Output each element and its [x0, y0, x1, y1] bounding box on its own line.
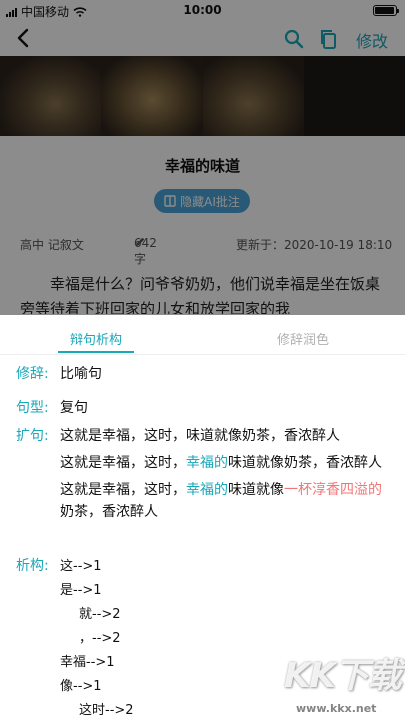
expansion-label: 扩句:: [16, 428, 49, 444]
watermark-logo: KK下载 www.kkx.net: [284, 648, 402, 718]
expansion-list: 这就是幸福，这时，味道就像奶茶，香浓醉人 这就是幸福，这时，幸福的味道就像奶茶，…: [60, 425, 390, 528]
expansion-text: 奶茶，香浓醉人: [60, 504, 158, 520]
expansion-text: 这就是幸福，这时，味道就像奶茶，香浓醉人: [60, 428, 340, 444]
expansion-highlight: 幸福的: [186, 482, 228, 498]
rhetoric-label: 修辞:: [16, 366, 49, 382]
expansion-text: 味道就像奶茶，香浓醉人: [228, 455, 382, 471]
expansion-text: 这就是幸福，这时，: [60, 482, 186, 498]
structure-item: 是-->1: [60, 583, 102, 598]
expansion-line: 这就是幸福，这时，味道就像奶茶，香浓醉人: [60, 425, 390, 447]
tab-sentence-analysis[interactable]: 辩句析构: [70, 329, 122, 348]
sentence-type-label: 句型:: [16, 400, 49, 416]
sentence-type-value: 复句: [60, 400, 88, 416]
structure-item: 就-->2: [79, 607, 121, 622]
dim-overlay[interactable]: [0, 0, 405, 315]
rhetoric-value: 比喻句: [60, 366, 102, 382]
structure-label: 析构:: [16, 558, 49, 574]
expansion-highlight-red: 一杯淳香四溢的: [284, 482, 382, 498]
expansion-text: 味道就像: [228, 482, 284, 498]
expansion-highlight: 幸福的: [186, 455, 228, 471]
expansion-line: 这就是幸福，这时，幸福的味道就像奶茶，香浓醉人: [60, 452, 390, 474]
tab-rhetoric-polish[interactable]: 修辞润色: [277, 329, 329, 348]
expansion-line: 这就是幸福，这时，幸福的味道就像一杯淳香四溢的奶茶，香浓醉人: [60, 479, 390, 523]
watermark-url: www.kkx.net: [296, 702, 377, 715]
structure-item: 这-->1: [60, 559, 102, 574]
expansion-text: 这就是幸福，这时，: [60, 455, 186, 471]
sheet-tabs: 辩句析构 修辞润色: [0, 315, 405, 355]
watermark-text: KK下载: [284, 656, 402, 696]
tab-indicator: [58, 351, 134, 353]
